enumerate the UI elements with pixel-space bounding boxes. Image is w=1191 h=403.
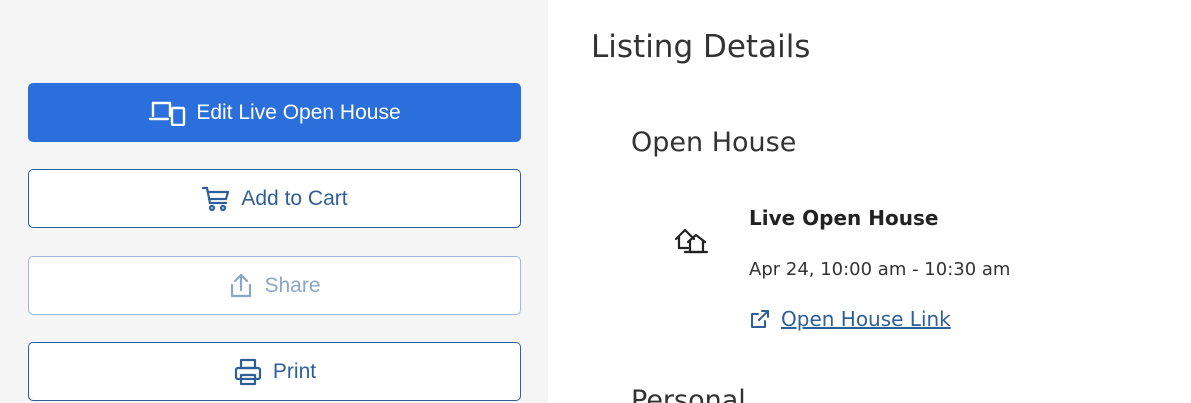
open-house-link-label: Open House Link	[781, 307, 951, 331]
open-house-link[interactable]: Open House Link	[749, 307, 951, 331]
cart-icon	[202, 186, 230, 211]
printer-icon	[234, 358, 262, 385]
edit-live-open-house-label: Edit Live Open House	[196, 101, 401, 124]
listing-actions-panel: Edit Live Open House Add to Cart Share P…	[0, 0, 548, 403]
share-button[interactable]: Share	[28, 256, 521, 315]
edit-live-open-house-button[interactable]: Edit Live Open House	[28, 83, 521, 142]
add-to-cart-button[interactable]: Add to Cart	[28, 169, 521, 228]
share-icon	[231, 273, 252, 297]
open-house-title: Open House	[631, 127, 797, 158]
devices-icon	[149, 101, 186, 126]
listing-details-panel: Listing Details Open House Live Open Hou…	[548, 0, 1191, 403]
print-button[interactable]: Print	[28, 342, 521, 401]
print-label: Print	[272, 360, 317, 383]
next-section-title: Personal	[631, 385, 746, 403]
share-label: Share	[264, 274, 321, 297]
add-to-cart-label: Add to Cart	[241, 187, 348, 210]
external-link-icon	[751, 310, 769, 328]
house-icon	[674, 228, 709, 254]
open-house-event-time: Apr 24, 10:00 am - 10:30 am	[749, 259, 1011, 280]
listing-page: Edit Live Open House Add to Cart Share P…	[0, 0, 1191, 403]
open-house-event-title: Live Open House	[749, 206, 939, 230]
listing-details-title: Listing Details	[591, 29, 811, 65]
